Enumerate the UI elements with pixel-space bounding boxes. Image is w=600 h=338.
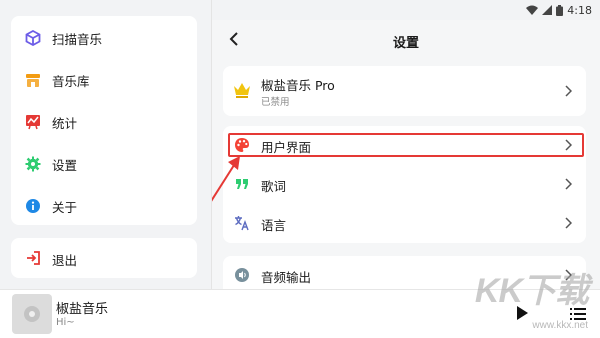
language-settings-item[interactable]: 语言 (223, 204, 586, 242)
sidebar-item-label: 音乐库 (52, 73, 90, 89)
cube-scan-icon (25, 30, 41, 46)
sidebar-item-stats[interactable]: 统计 (11, 104, 197, 140)
play-icon[interactable] (514, 305, 530, 321)
sidebar-item-scan-music[interactable]: 扫描音乐 (11, 20, 197, 56)
crown-icon (234, 83, 250, 98)
chevron-right-icon (565, 139, 572, 151)
sidebar-item-label: 关于 (52, 199, 78, 215)
mini-player[interactable]: 椒盐音乐 Hi~ (0, 289, 600, 338)
sidebar-item-label: 统计 (52, 115, 78, 131)
pro-title: 椒盐音乐 Pro (261, 78, 335, 93)
quote-icon (236, 179, 248, 189)
song-subtitle: Hi~ (56, 317, 75, 328)
gear-icon (25, 156, 41, 172)
chevron-right-icon (565, 85, 572, 97)
battery-icon (556, 4, 564, 16)
chevron-right-icon (565, 269, 572, 281)
row-label: 语言 (261, 218, 287, 233)
logout-label: 退出 (52, 253, 78, 268)
sidebar-item-settings[interactable]: 设置 (11, 146, 197, 182)
row-label: 歌词 (261, 179, 287, 194)
disc-icon (24, 306, 40, 322)
lyrics-settings-item[interactable]: 歌词 (223, 165, 586, 203)
pro-card[interactable]: 椒盐音乐 Pro 已禁用 (223, 66, 586, 116)
album-art[interactable] (12, 294, 52, 334)
song-title: 椒盐音乐 (56, 302, 109, 317)
translate-icon (235, 216, 249, 231)
audio-card: 音频输出 (223, 256, 586, 289)
info-icon (26, 199, 40, 213)
logout-button[interactable]: 退出 (11, 238, 197, 278)
settings-page: 设置 椒盐音乐 Pro 已禁用 用户界面 歌词 语言 音频输出 (212, 20, 600, 289)
palette-icon (235, 138, 249, 152)
sidebar-item-label: 扫描音乐 (52, 31, 103, 47)
sidebar-item-label: 设置 (52, 157, 78, 173)
row-label: 用户界面 (261, 140, 312, 155)
ui-settings-item[interactable]: 用户界面 (223, 126, 586, 164)
sidebar-item-library[interactable]: 音乐库 (11, 62, 197, 98)
pro-status: 已禁用 (261, 97, 290, 108)
sidebar: 扫描音乐 音乐库 统计 设置 关于 退出 (0, 0, 211, 337)
status-bar: 4:18 (526, 0, 600, 20)
queue-icon[interactable] (570, 306, 586, 322)
signal-icon (542, 5, 553, 15)
store-icon (26, 74, 40, 87)
page-title: 设置 (392, 36, 419, 51)
status-time: 4:18 (567, 3, 592, 17)
wifi-icon (526, 5, 539, 15)
sidebar-item-about[interactable]: 关于 (11, 188, 197, 224)
speaker-icon (235, 268, 249, 282)
row-label: 音频输出 (261, 270, 312, 285)
exit-icon (27, 251, 40, 265)
chart-board-icon (26, 115, 40, 130)
chevron-right-icon (565, 217, 572, 229)
sidebar-menu: 扫描音乐 音乐库 统计 设置 关于 (11, 16, 197, 225)
chevron-right-icon (565, 178, 572, 190)
audio-output-item[interactable]: 音频输出 (223, 256, 586, 289)
settings-group: 用户界面 歌词 语言 (223, 126, 586, 243)
